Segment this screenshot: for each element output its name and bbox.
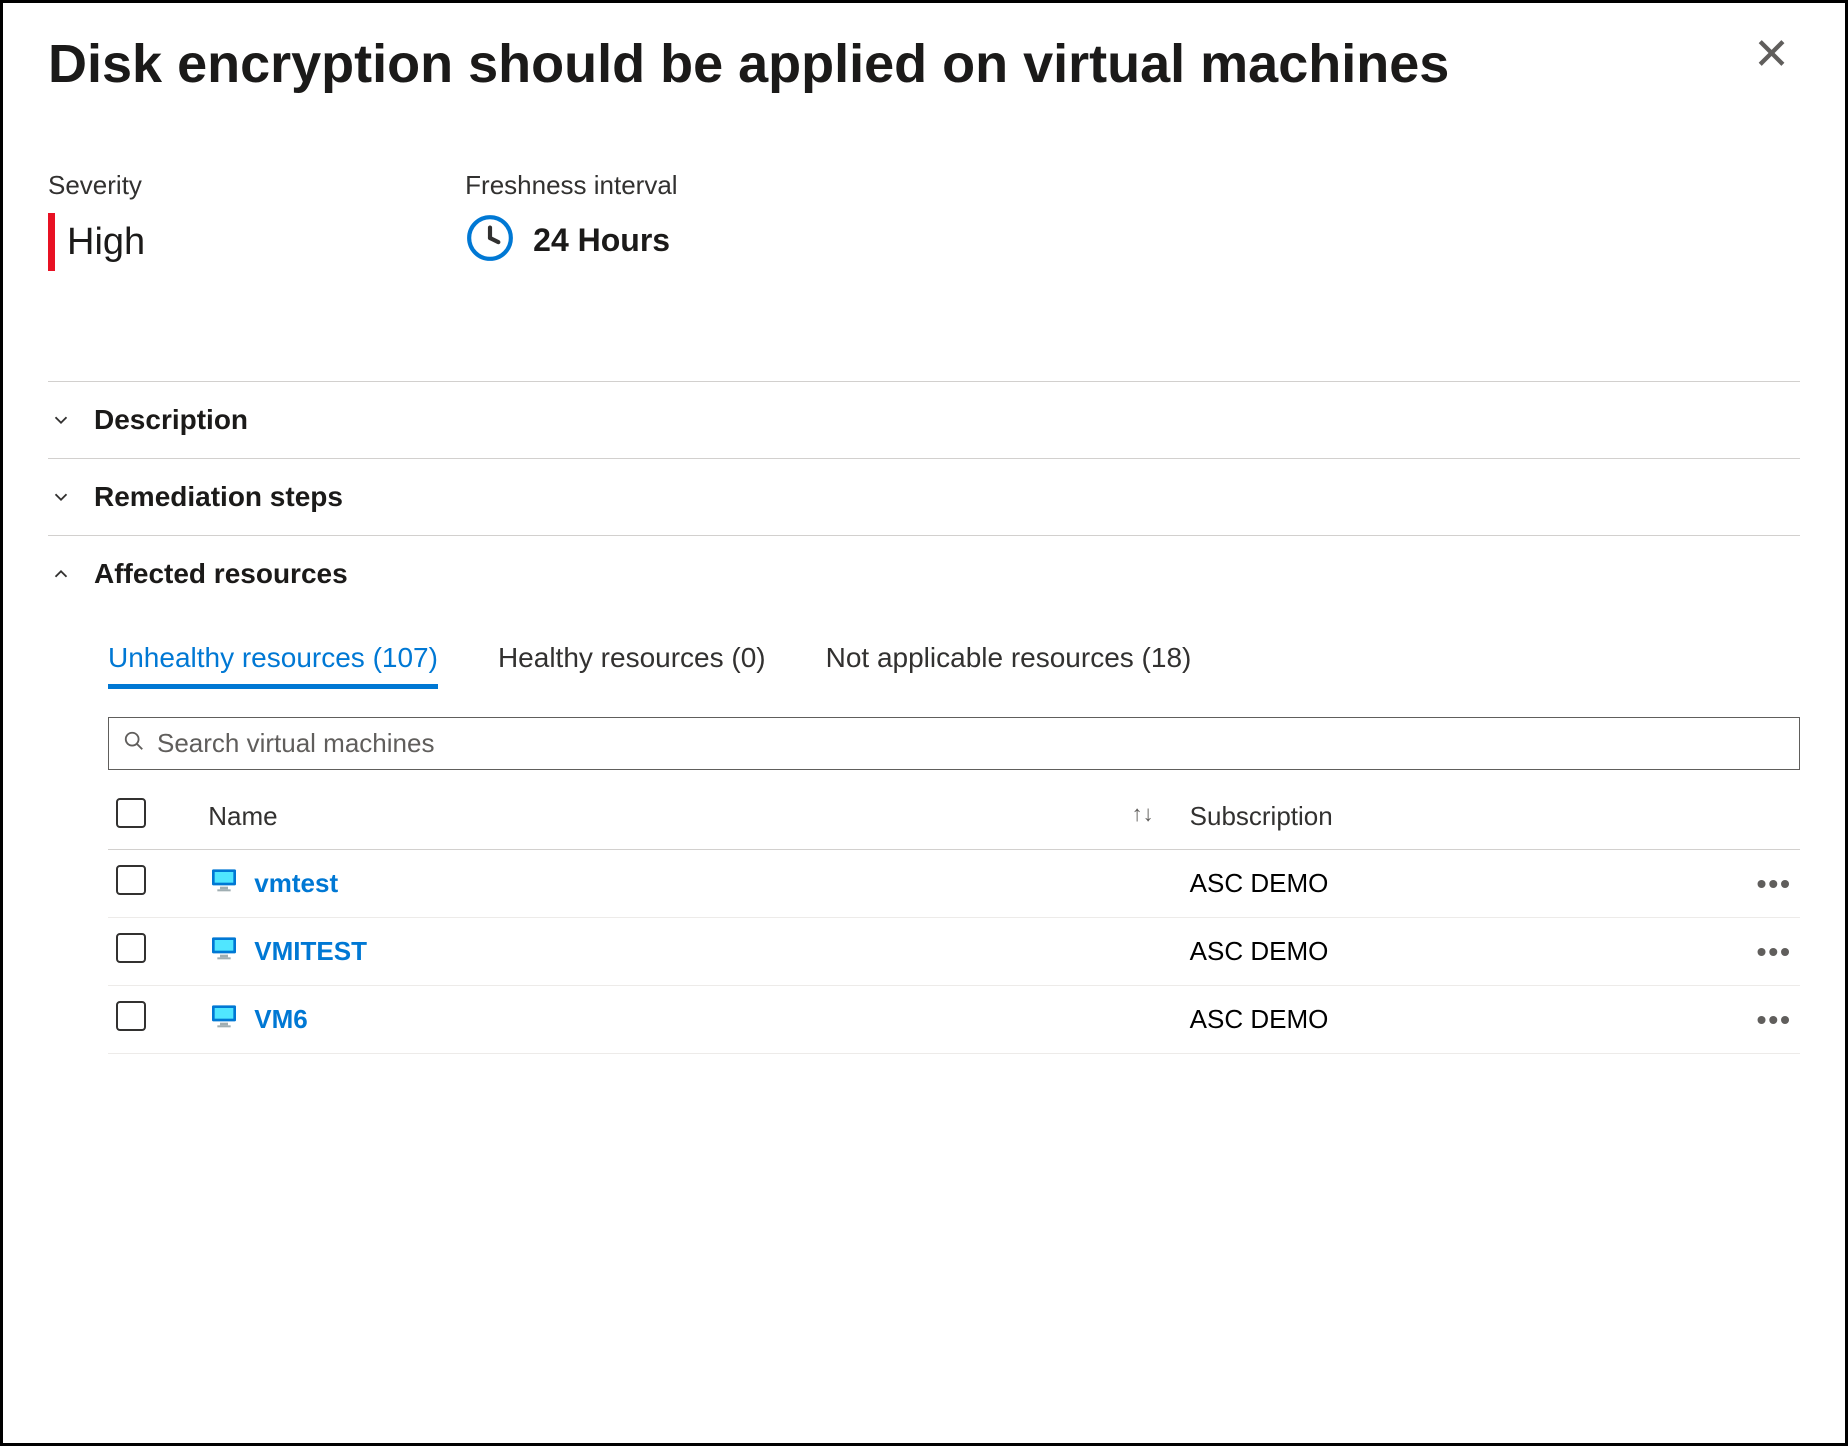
severity-block: Severity High [48, 170, 145, 271]
section-remediation-header[interactable]: Remediation steps [48, 458, 1800, 535]
severity-bar-icon [48, 213, 55, 271]
table-row[interactable]: VM6 ASC DEMO ••• [108, 986, 1800, 1054]
header-name[interactable]: Name [208, 801, 277, 831]
tab-notapplicable[interactable]: Not applicable resources (18) [826, 642, 1192, 689]
header-subscription[interactable]: Subscription [1182, 784, 1690, 850]
vm-icon [208, 932, 240, 971]
sort-icon[interactable]: ↑↓ [1132, 801, 1154, 827]
vm-name-link[interactable]: vmtest [254, 868, 338, 899]
search-input[interactable] [157, 728, 1785, 759]
freshness-value: 24 Hours [533, 222, 670, 259]
subscription-value: ASC DEMO [1182, 850, 1690, 918]
vm-name-link[interactable]: VMITEST [254, 936, 367, 967]
search-icon [123, 730, 145, 757]
row-actions-button[interactable]: ••• [1757, 936, 1792, 967]
select-all-checkbox[interactable] [116, 798, 146, 828]
vm-name-link[interactable]: VM6 [254, 1004, 307, 1035]
close-button[interactable]: ✕ [1743, 33, 1800, 77]
affected-resources-body: Unhealthy resources (107) Healthy resour… [48, 612, 1800, 1054]
section-description-header[interactable]: Description [48, 381, 1800, 458]
table-row[interactable]: vmtest ASC DEMO ••• [108, 850, 1800, 918]
freshness-block: Freshness interval 24 Hours [465, 170, 677, 271]
chevron-down-icon [48, 409, 74, 431]
section-description-title: Description [94, 404, 248, 436]
severity-value: High [67, 221, 145, 264]
section-affected-title: Affected resources [94, 558, 348, 590]
table-row[interactable]: VMITEST ASC DEMO ••• [108, 918, 1800, 986]
vm-icon [208, 1000, 240, 1039]
row-actions-button[interactable]: ••• [1757, 1004, 1792, 1035]
tab-unhealthy[interactable]: Unhealthy resources (107) [108, 642, 438, 689]
page-title: Disk encryption should be applied on vir… [48, 33, 1449, 95]
row-checkbox[interactable] [116, 865, 146, 895]
section-remediation-title: Remediation steps [94, 481, 343, 513]
vm-icon [208, 864, 240, 903]
subscription-value: ASC DEMO [1182, 986, 1690, 1054]
row-actions-button[interactable]: ••• [1757, 868, 1792, 899]
chevron-up-icon [48, 563, 74, 585]
row-checkbox[interactable] [116, 933, 146, 963]
freshness-label: Freshness interval [465, 170, 677, 201]
tab-healthy[interactable]: Healthy resources (0) [498, 642, 766, 689]
clock-icon [465, 213, 515, 268]
search-box[interactable] [108, 717, 1800, 770]
subscription-value: ASC DEMO [1182, 918, 1690, 986]
chevron-down-icon [48, 486, 74, 508]
row-checkbox[interactable] [116, 1001, 146, 1031]
section-affected-header[interactable]: Affected resources [48, 535, 1800, 612]
severity-label: Severity [48, 170, 145, 201]
